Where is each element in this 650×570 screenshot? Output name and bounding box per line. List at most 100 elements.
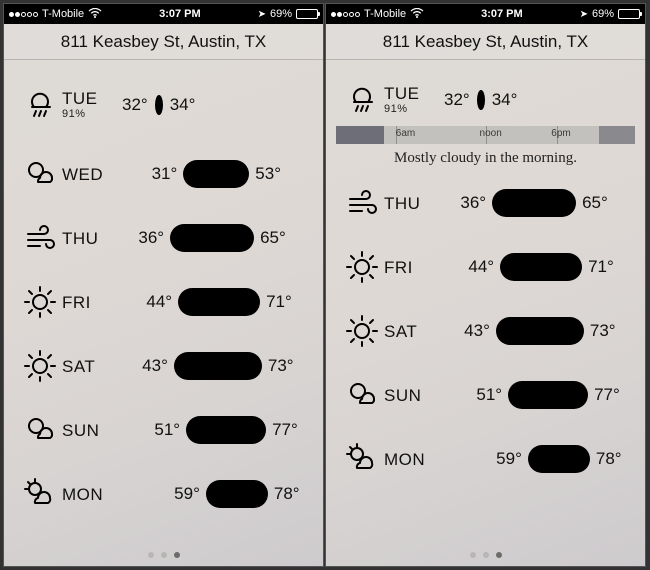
temp-range: 59°78° bbox=[118, 480, 305, 508]
day-label: TUE 91% bbox=[62, 90, 118, 120]
day-summary-text: Mostly cloudy in the morning. bbox=[336, 150, 635, 167]
temp-range: 51°77° bbox=[118, 416, 305, 444]
wind-icon bbox=[340, 185, 384, 221]
status-bar: T-Mobile 3:07 PM ➤ 69% bbox=[4, 4, 323, 24]
temp-hi: 77° bbox=[272, 420, 298, 440]
page-dot-active[interactable] bbox=[496, 552, 502, 558]
temp-range-bar bbox=[174, 352, 262, 380]
page-dot-active[interactable] bbox=[174, 552, 180, 558]
forecast-list: TUE 91% 32° 34° WED31°53°THU36°65°FRI44°… bbox=[4, 60, 323, 526]
temp-lo: 59° bbox=[496, 449, 522, 469]
temp-range: 59° 78° bbox=[440, 445, 627, 473]
day-detail-panel[interactable]: 6am noon 6pm Mostly cloudy in the mornin… bbox=[336, 126, 635, 167]
temp-range-bar bbox=[508, 381, 588, 409]
temp-hi: 77° bbox=[594, 385, 620, 405]
day-name: SUN bbox=[384, 387, 440, 404]
day-label: MON bbox=[62, 486, 118, 503]
day-name: WED bbox=[62, 166, 118, 183]
wind-icon bbox=[18, 220, 62, 256]
forecast-row[interactable]: THU36°65° bbox=[4, 206, 323, 270]
day-name: SAT bbox=[384, 323, 440, 340]
page-dot[interactable] bbox=[148, 552, 154, 558]
sun-cloud-icon bbox=[18, 476, 62, 512]
temp-hi: 78° bbox=[596, 449, 622, 469]
temp-range-bar bbox=[186, 416, 266, 444]
temp-range: 44°71° bbox=[118, 288, 305, 316]
temp-range: 43°73° bbox=[440, 317, 627, 345]
day-label: TUE 91% bbox=[384, 85, 440, 115]
location-header[interactable]: 811 Keasbey St, Austin, TX bbox=[326, 24, 645, 60]
forecast-row[interactable]: FRI44°71° bbox=[4, 270, 323, 334]
day-name: FRI bbox=[384, 259, 440, 276]
precip-prob: 91% bbox=[62, 109, 118, 120]
location-label: 811 Keasbey St, Austin, TX bbox=[383, 32, 588, 52]
day-name: TUE bbox=[62, 90, 118, 107]
temp-lo: 43° bbox=[142, 356, 168, 376]
temp-hi: 71° bbox=[266, 292, 292, 312]
temp-lo: 31° bbox=[152, 164, 178, 184]
temp-hi: 65° bbox=[582, 193, 608, 213]
battery-icon bbox=[296, 9, 318, 19]
sunny-icon bbox=[340, 313, 384, 349]
page-dot[interactable] bbox=[470, 552, 476, 558]
signal-dots-icon bbox=[331, 12, 360, 17]
day-name: THU bbox=[384, 195, 440, 212]
page-dot[interactable] bbox=[161, 552, 167, 558]
hourly-timeline[interactable]: 6am noon 6pm bbox=[336, 126, 635, 144]
temp-hi: 34° bbox=[170, 95, 196, 115]
forecast-row[interactable]: THU 36° 65° bbox=[326, 171, 645, 235]
phone-right: T-Mobile 3:07 PM ➤ 69% 811 Keasbey St, A… bbox=[325, 3, 646, 567]
day-name: SAT bbox=[62, 358, 118, 375]
day-name: SUN bbox=[62, 422, 118, 439]
forecast-row[interactable]: FRI44°71° bbox=[326, 235, 645, 299]
temp-lo: 36° bbox=[138, 228, 164, 248]
rain-icon bbox=[340, 82, 384, 118]
sunny-icon bbox=[18, 348, 62, 384]
temp-lo: 32° bbox=[444, 90, 470, 110]
forecast-row[interactable]: MON59°78° bbox=[4, 462, 323, 526]
tick-6pm: 6pm bbox=[551, 128, 570, 139]
location-label: 811 Keasbey St, Austin, TX bbox=[61, 32, 266, 52]
temp-lo: 36° bbox=[460, 193, 486, 213]
forecast-row-today[interactable]: TUE 91% 32° 34° bbox=[4, 68, 323, 142]
temp-range: 36° 65° bbox=[440, 189, 627, 217]
tick-6am: 6am bbox=[396, 128, 415, 139]
forecast-row-today[interactable]: TUE 91% 32° 34° bbox=[326, 68, 645, 132]
temp-range-bar bbox=[170, 224, 254, 252]
page-indicator[interactable] bbox=[4, 552, 323, 558]
day-name: MON bbox=[384, 451, 440, 468]
wifi-icon bbox=[410, 8, 424, 21]
forecast-row[interactable]: SAT43°73° bbox=[326, 299, 645, 363]
temp-hi: 73° bbox=[268, 356, 294, 376]
battery-pct: 69% bbox=[270, 8, 292, 20]
page-indicator[interactable] bbox=[326, 552, 645, 558]
partly-cloudy-icon bbox=[18, 412, 62, 448]
day-label: SAT bbox=[384, 323, 440, 340]
day-label: MON bbox=[384, 451, 440, 468]
status-right: ➤ 69% bbox=[580, 8, 640, 20]
carrier-label: T-Mobile bbox=[42, 8, 84, 20]
signal-dots-icon bbox=[9, 12, 38, 17]
forecast-row[interactable]: MON 59° 78° bbox=[326, 427, 645, 491]
forecast-row[interactable]: SUN51°77° bbox=[4, 398, 323, 462]
page-dot[interactable] bbox=[483, 552, 489, 558]
forecast-row[interactable]: SUN51°77° bbox=[326, 363, 645, 427]
temp-range: 51°77° bbox=[440, 381, 627, 409]
temp-range-bar bbox=[500, 253, 582, 281]
temp-range: 36°65° bbox=[118, 224, 305, 252]
status-left: T-Mobile bbox=[331, 8, 424, 21]
day-label: SUN bbox=[384, 387, 440, 404]
day-label: THU bbox=[384, 195, 440, 212]
temp-lo: 44° bbox=[468, 257, 494, 277]
partly-cloudy-icon bbox=[18, 156, 62, 192]
temp-lo: 32° bbox=[122, 95, 148, 115]
status-time: 3:07 PM bbox=[159, 8, 201, 20]
wifi-icon bbox=[88, 8, 102, 21]
forecast-row[interactable]: WED31°53° bbox=[4, 142, 323, 206]
temp-range-bar bbox=[496, 317, 584, 345]
location-header[interactable]: 811 Keasbey St, Austin, TX bbox=[4, 24, 323, 60]
temp-range-bar bbox=[206, 480, 268, 508]
temp-range-bar bbox=[178, 288, 260, 316]
forecast-row[interactable]: SAT 43° 73° bbox=[4, 334, 323, 398]
sun-cloud-icon bbox=[340, 441, 384, 477]
